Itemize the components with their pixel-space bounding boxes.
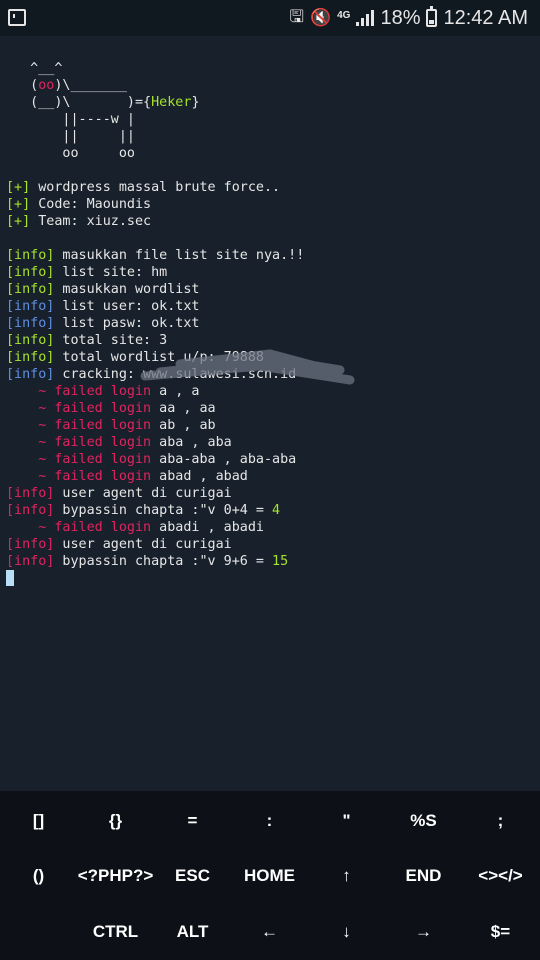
network-type: 4G bbox=[337, 9, 351, 21]
info-tag: [info] bbox=[6, 265, 55, 280]
info-tag: [info] bbox=[6, 299, 55, 314]
attempt: abad , abad bbox=[151, 469, 248, 484]
key-semicolon[interactable]: ; bbox=[462, 793, 539, 849]
log-line: bypassin chapta :"v 9+6 = bbox=[54, 554, 273, 569]
info-tag: [info] bbox=[6, 316, 55, 331]
failed-tag: failed login bbox=[54, 435, 152, 450]
signal-icon bbox=[356, 10, 375, 26]
tilde: ~ bbox=[38, 384, 47, 399]
failed-tag: failed login bbox=[54, 401, 152, 416]
tilde: ~ bbox=[38, 520, 47, 535]
log-line: list site: hm bbox=[54, 265, 168, 280]
mute-icon: 🔇 bbox=[309, 8, 332, 27]
key-home[interactable]: HOME bbox=[231, 848, 308, 904]
art-heker: Heker bbox=[151, 95, 192, 110]
key-dollar-equals[interactable]: $= bbox=[462, 904, 539, 960]
info-tag: [info] bbox=[6, 282, 55, 297]
terminal-output[interactable]: ^__^ (oo)\_______ (__)\ )={Heker} ||----… bbox=[0, 36, 540, 791]
art-line: oo oo bbox=[6, 146, 135, 161]
log-line: bypassin chapta :"v 0+4 = bbox=[54, 503, 273, 518]
log-line: user agent di curigai bbox=[54, 486, 232, 501]
key-right-arrow-icon[interactable]: → bbox=[385, 904, 462, 960]
key-alt[interactable]: ALT bbox=[154, 904, 231, 960]
status-bar: 🖫 🔇 4G 18% 12:42 AM bbox=[0, 0, 540, 36]
tilde: ~ bbox=[38, 401, 47, 416]
art-line: )\_______ bbox=[54, 78, 127, 93]
captcha-answer: 4 bbox=[272, 503, 281, 518]
terminal-cursor bbox=[6, 570, 14, 586]
art-line: ^__^ bbox=[6, 61, 63, 76]
info-tag: [info] bbox=[6, 503, 55, 518]
art-line: || || bbox=[6, 129, 135, 144]
attempt: abadi , abadi bbox=[151, 520, 264, 535]
clock: 12:42 AM bbox=[443, 6, 528, 29]
tilde: ~ bbox=[38, 452, 47, 467]
log-line: masukkan wordlist bbox=[54, 282, 200, 297]
log-line: total site: 3 bbox=[54, 333, 168, 348]
terminal-app-icon bbox=[8, 9, 26, 26]
tilde: ~ bbox=[38, 418, 47, 433]
info-tag: [info] bbox=[6, 554, 55, 569]
cracking-site: sulawesi.scn.id bbox=[175, 367, 297, 382]
status-right: 🖫 🔇 4G 18% 12:42 AM bbox=[289, 0, 528, 36]
key-quote[interactable]: " bbox=[308, 793, 385, 849]
info-tag: [info] bbox=[6, 367, 55, 382]
plus-tag: [+] bbox=[6, 197, 31, 212]
tilde: ~ bbox=[38, 435, 47, 450]
key-percent-s[interactable]: %S bbox=[385, 793, 462, 849]
attempt: aba-aba , aba-aba bbox=[151, 452, 297, 467]
extra-keys-bar: [] {} = : " %S ; () <?PHP?> ESC HOME ↑ E… bbox=[0, 791, 540, 960]
info-tag: [info] bbox=[6, 486, 55, 501]
log-line: list pasw: ok.txt bbox=[54, 316, 200, 331]
art-line: } bbox=[191, 95, 200, 110]
banner-line: wordpress massal brute force.. bbox=[30, 180, 281, 195]
log-line: list user: ok.txt bbox=[54, 299, 200, 314]
attempt: aba , aba bbox=[151, 435, 232, 450]
key-brackets[interactable]: [] bbox=[0, 793, 77, 849]
key-end[interactable]: END bbox=[385, 848, 462, 904]
tilde: ~ bbox=[38, 469, 47, 484]
failed-tag: failed login bbox=[54, 384, 152, 399]
info-tag: [info] bbox=[6, 350, 55, 365]
failed-tag: failed login bbox=[54, 418, 152, 433]
banner-line: Code: Maoundis bbox=[30, 197, 152, 212]
key-colon[interactable]: : bbox=[231, 793, 308, 849]
failed-tag: failed login bbox=[54, 452, 152, 467]
art-line: ||----w | bbox=[6, 112, 135, 127]
sim-icon: 🖫 bbox=[289, 6, 304, 26]
attempt: aa , aa bbox=[151, 401, 216, 416]
log-line: total wordlist u/p: 79888 bbox=[54, 350, 264, 365]
banner-line: Team: xiuz.sec bbox=[30, 214, 152, 229]
art-line: ( bbox=[6, 78, 39, 93]
key-tags[interactable]: <></> bbox=[462, 848, 539, 904]
battery-icon bbox=[426, 6, 438, 27]
info-tag: [info] bbox=[6, 248, 55, 263]
key-php[interactable]: <?PHP?> bbox=[77, 848, 154, 904]
key-esc[interactable]: ESC bbox=[154, 848, 231, 904]
art-line: (__)\ )={ bbox=[6, 95, 152, 110]
attempt: ab , ab bbox=[151, 418, 216, 433]
key-left-arrow-icon[interactable]: ← bbox=[231, 904, 308, 960]
key-braces[interactable]: {} bbox=[77, 793, 154, 849]
captcha-answer: 15 bbox=[272, 554, 289, 569]
info-tag: [info] bbox=[6, 537, 55, 552]
failed-tag: failed login bbox=[54, 520, 152, 535]
attempt: a , a bbox=[151, 384, 200, 399]
key-down-arrow-icon[interactable]: ↓ bbox=[308, 904, 385, 960]
plus-tag: [+] bbox=[6, 180, 31, 195]
key-parens[interactable]: () bbox=[0, 848, 77, 904]
key-equals[interactable]: = bbox=[154, 793, 231, 849]
art-eyes: oo bbox=[38, 78, 55, 93]
failed-tag: failed login bbox=[54, 469, 152, 484]
log-line: masukkan file list site nya.!! bbox=[54, 248, 305, 263]
key-up-arrow-icon[interactable]: ↑ bbox=[308, 848, 385, 904]
log-line: user agent di curigai bbox=[54, 537, 232, 552]
info-tag: [info] bbox=[6, 333, 55, 348]
log-line: cracking: www. bbox=[54, 367, 176, 382]
key-ctrl[interactable]: CTRL bbox=[77, 904, 154, 960]
battery-percent: 18% bbox=[380, 6, 421, 29]
plus-tag: [+] bbox=[6, 214, 31, 229]
